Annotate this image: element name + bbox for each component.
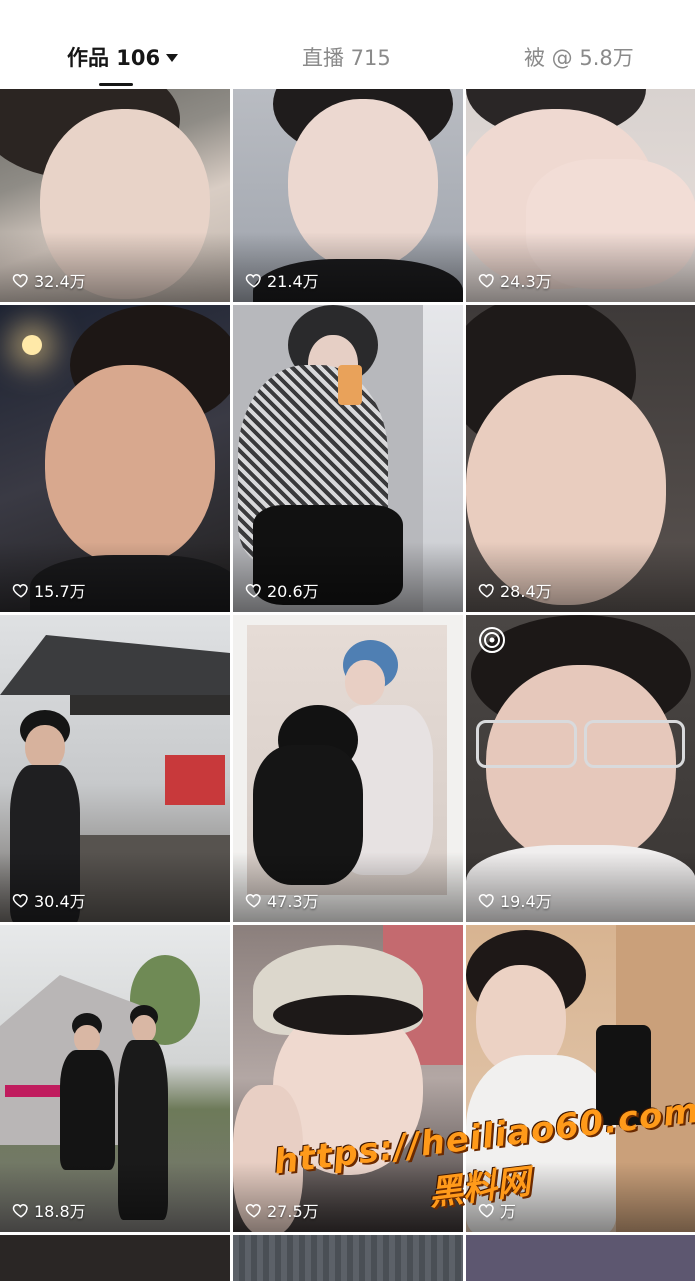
video-thumbnail[interactable]: 24.3万 bbox=[466, 89, 695, 302]
tab-mentions-label: 被 @ 5.8万 bbox=[524, 46, 634, 70]
video-thumbnail[interactable]: 18.8万 bbox=[0, 925, 230, 1232]
like-count-value: 47.3万 bbox=[267, 892, 319, 911]
video-thumbnail[interactable]: 30.4万 bbox=[0, 615, 230, 922]
tab-live-label: 直播 715 bbox=[302, 46, 391, 70]
heart-outline-icon bbox=[12, 584, 28, 598]
like-count: 20.6万 bbox=[245, 579, 319, 601]
like-count: 18.8万 bbox=[12, 1199, 86, 1221]
video-thumbnail-live[interactable]: 19.4万 bbox=[466, 615, 695, 922]
tab-mentions[interactable]: 被 @ 5.8万 bbox=[524, 40, 634, 76]
like-count-value: 30.4万 bbox=[34, 892, 86, 911]
video-thumbnail[interactable]: 15.7万 bbox=[0, 305, 230, 612]
like-count-value: 19.4万 bbox=[500, 892, 552, 911]
heart-outline-icon bbox=[12, 894, 28, 908]
tab-works-label: 作品 106 bbox=[67, 46, 161, 70]
heart-outline-icon bbox=[245, 894, 261, 908]
like-count: 15.7万 bbox=[12, 579, 86, 601]
like-count-value: 18.8万 bbox=[34, 1202, 86, 1221]
like-count-value: 15.7万 bbox=[34, 582, 86, 601]
heart-outline-icon bbox=[245, 1204, 261, 1218]
video-thumbnail[interactable] bbox=[0, 1235, 230, 1281]
video-thumbnail[interactable]: 32.4万 bbox=[0, 89, 230, 302]
tab-live[interactable]: 直播 715 bbox=[302, 40, 391, 76]
video-thumbnail[interactable]: 20.6万 bbox=[233, 305, 463, 612]
like-count: 21.4万 bbox=[245, 269, 319, 291]
like-count-value: 24.3万 bbox=[500, 272, 552, 291]
like-count-value: 20.6万 bbox=[267, 582, 319, 601]
video-thumbnail[interactable]: 28.4万 bbox=[466, 305, 695, 612]
tab-works[interactable]: 作品 106 bbox=[67, 40, 179, 76]
active-tab-indicator bbox=[99, 83, 133, 86]
video-thumbnail[interactable]: 21.4万 bbox=[233, 89, 463, 302]
like-count-value: 28.4万 bbox=[500, 582, 552, 601]
video-thumbnail[interactable]: 47.3万 bbox=[233, 615, 463, 922]
heart-outline-icon bbox=[478, 894, 494, 908]
like-count: 19.4万 bbox=[478, 889, 552, 911]
caret-down-icon[interactable] bbox=[166, 54, 179, 62]
like-count-value: 32.4万 bbox=[34, 272, 86, 291]
heart-outline-icon bbox=[478, 274, 494, 288]
profile-tab-bar: 作品 106 直播 715 被 @ 5.8万 bbox=[0, 0, 695, 88]
heart-outline-icon bbox=[12, 1204, 28, 1218]
heart-outline-icon bbox=[245, 584, 261, 598]
like-count: 47.3万 bbox=[245, 889, 319, 911]
like-count: 32.4万 bbox=[12, 269, 86, 291]
like-count-value: 21.4万 bbox=[267, 272, 319, 291]
heart-outline-icon bbox=[245, 274, 261, 288]
live-broadcast-icon bbox=[479, 627, 505, 653]
heart-outline-icon bbox=[12, 274, 28, 288]
heart-outline-icon bbox=[478, 584, 494, 598]
like-count: 30.4万 bbox=[12, 889, 86, 911]
like-count: 24.3万 bbox=[478, 269, 552, 291]
like-count: 28.4万 bbox=[478, 579, 552, 601]
